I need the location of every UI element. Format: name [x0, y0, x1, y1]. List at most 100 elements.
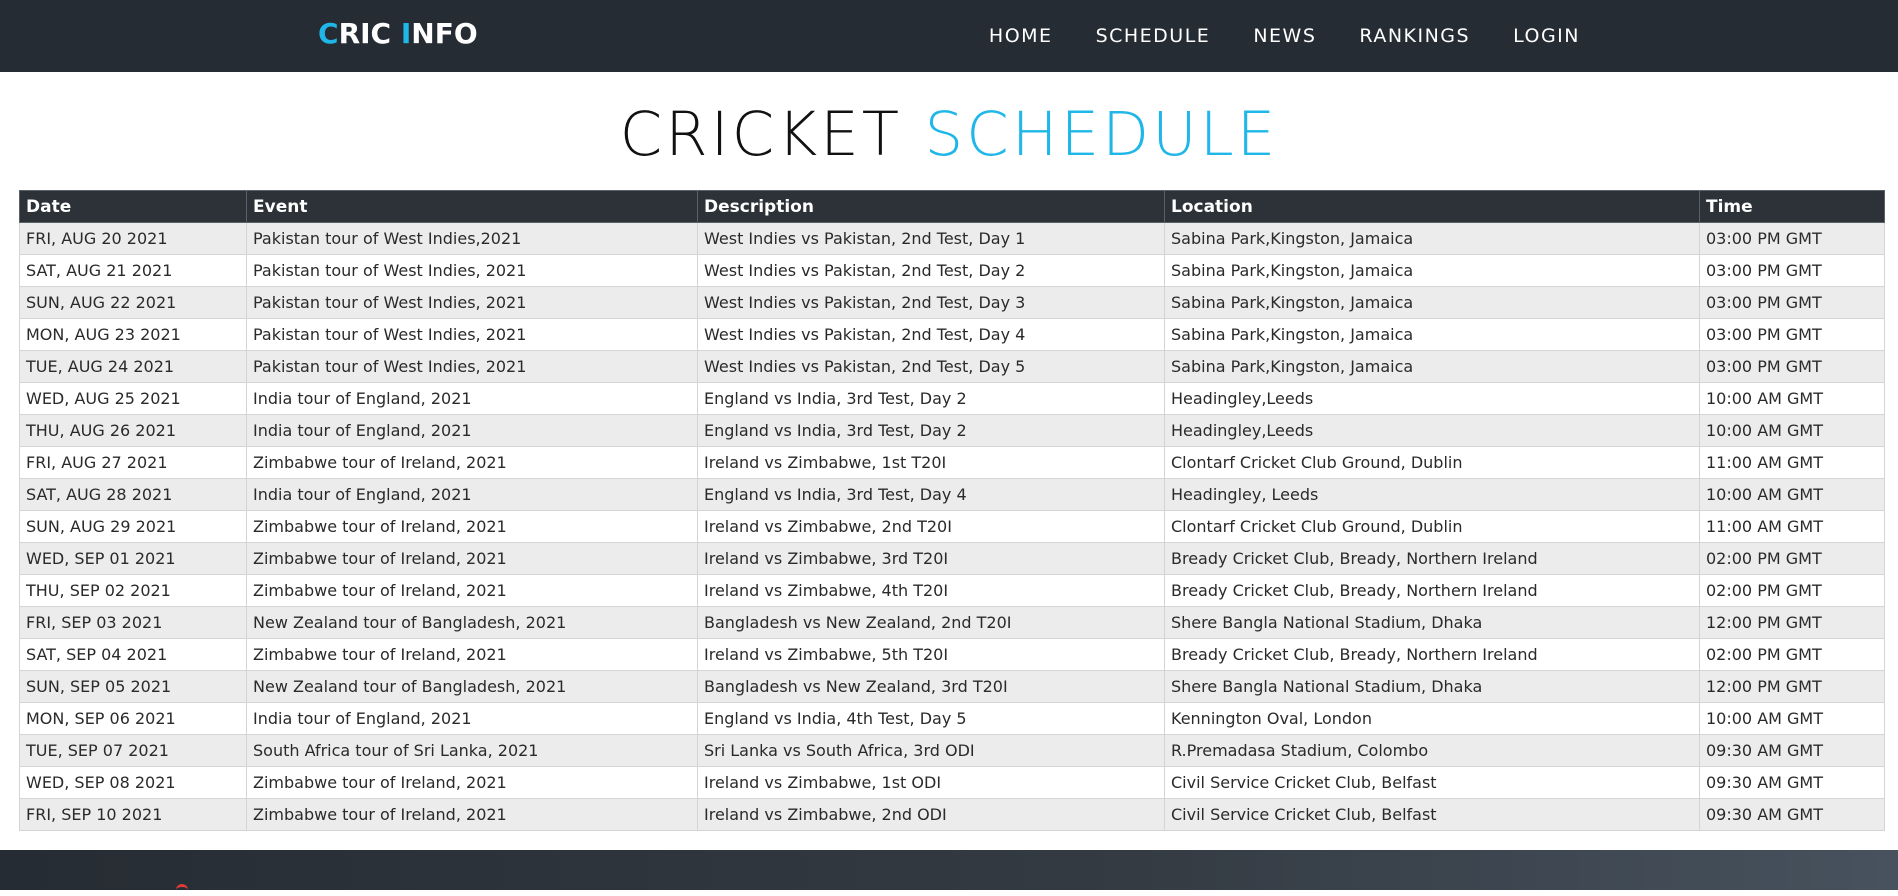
cell-time: 02:00 PM GMT [1699, 638, 1885, 671]
cell-location: Sabina Park,Kingston, Jamaica [1164, 286, 1700, 319]
table-row: SAT, AUG 28 2021 India tour of England, 2… [19, 478, 1885, 511]
cell-date: TUE, SEP 07 2021 [19, 734, 247, 767]
cell-location: Sabina Park,Kingston, Jamaica [1164, 350, 1700, 383]
brand-text-nfo: NFO [411, 17, 478, 50]
cell-time: 10:00 AM GMT [1699, 478, 1885, 511]
cell-description: Bangladesh vs New Zealand, 3rd T20I [697, 670, 1165, 703]
table-row: TUE, SEP 07 2021 South Africa tour of Sri… [19, 734, 1885, 767]
cell-event: Pakistan tour of West Indies,2021 [246, 222, 698, 255]
table-body: FRI, AUG 20 2021 Pakistan tour of West In… [19, 222, 1885, 831]
cell-date: SAT, SEP 04 2021 [19, 638, 247, 671]
cell-location: Headingley,Leeds [1164, 382, 1700, 415]
cell-description: West Indies vs Pakistan, 2nd Test, Day 3 [697, 286, 1165, 319]
cell-date: FRI, SEP 10 2021 [19, 798, 247, 831]
cell-date: SAT, AUG 21 2021 [19, 254, 247, 287]
table-row: FRI, SEP 03 2021 New Zealand tour of Bang… [19, 606, 1885, 639]
cell-time: 10:00 AM GMT [1699, 414, 1885, 447]
page-title-cricket: CRICKET [619, 99, 903, 170]
cell-time: 03:00 PM GMT [1699, 286, 1885, 319]
cell-location: Shere Bangla National Stadium, Dhaka [1164, 606, 1700, 639]
nav-schedule[interactable]: SCHEDULE [1096, 25, 1211, 47]
cell-description: Bangladesh vs New Zealand, 2nd T20I [697, 606, 1165, 639]
cell-description: Ireland vs Zimbabwe, 2nd T20I [697, 510, 1165, 543]
cell-description: Ireland vs Zimbabwe, 2nd ODI [697, 798, 1165, 831]
cell-time: 03:00 PM GMT [1699, 350, 1885, 383]
cell-description: Ireland vs Zimbabwe, 1st T20I [697, 446, 1165, 479]
cell-date: FRI, AUG 20 2021 [19, 222, 247, 255]
cell-location: Clontarf Cricket Club Ground, Dublin [1164, 446, 1700, 479]
cell-time: 10:00 AM GMT [1699, 702, 1885, 735]
page-title-schedule: SCHEDULE [924, 99, 1279, 170]
cell-event: Zimbabwe tour of Ireland, 2021 [246, 766, 698, 799]
table-row: FRI, AUG 20 2021 Pakistan tour of West In… [19, 222, 1885, 255]
cell-location: Headingley, Leeds [1164, 478, 1700, 511]
cell-date: TUE, AUG 24 2021 [19, 350, 247, 383]
table-row: MON, AUG 23 2021 Pakistan tour of West In… [19, 318, 1885, 351]
cell-time: 02:00 PM GMT [1699, 542, 1885, 575]
table-row: TUE, AUG 24 2021 Pakistan tour of West In… [19, 350, 1885, 383]
cell-event: India tour of England, 2021 [246, 478, 698, 511]
cell-location: Bready Cricket Club, Bready, Northern Ir… [1164, 542, 1700, 575]
table-row: WED, SEP 08 2021 Zimbabwe tour of Ireland… [19, 766, 1885, 799]
table-row: THU, AUG 26 2021 India tour of England, 2… [19, 414, 1885, 447]
cell-event: Zimbabwe tour of Ireland, 2021 [246, 446, 698, 479]
footer [0, 850, 1898, 890]
cell-time: 03:00 PM GMT [1699, 318, 1885, 351]
cell-event: Pakistan tour of West Indies, 2021 [246, 254, 698, 287]
nav-home[interactable]: HOME [989, 25, 1053, 47]
cell-date: SAT, AUG 28 2021 [19, 478, 247, 511]
cell-location: Sabina Park,Kingston, Jamaica [1164, 222, 1700, 255]
header-description: Description [697, 190, 1165, 223]
cell-date: THU, SEP 02 2021 [19, 574, 247, 607]
cell-time: 10:00 AM GMT [1699, 382, 1885, 415]
cell-time: 09:30 AM GMT [1699, 766, 1885, 799]
nav-news[interactable]: NEWS [1253, 25, 1316, 47]
cell-date: FRI, SEP 03 2021 [19, 606, 247, 639]
brand-letter-c: C [318, 17, 339, 50]
cell-location: Sabina Park,Kingston, Jamaica [1164, 318, 1700, 351]
cell-event: Zimbabwe tour of Ireland, 2021 [246, 542, 698, 575]
table-row: SAT, SEP 04 2021 Zimbabwe tour of Ireland… [19, 638, 1885, 671]
table-row: THU, SEP 02 2021 Zimbabwe tour of Ireland… [19, 574, 1885, 607]
cell-description: England vs India, 3rd Test, Day 4 [697, 478, 1165, 511]
cell-event: Zimbabwe tour of Ireland, 2021 [246, 638, 698, 671]
cell-description: England vs India, 3rd Test, Day 2 [697, 414, 1165, 447]
cell-event: Zimbabwe tour of Ireland, 2021 [246, 510, 698, 543]
table-row: FRI, SEP 10 2021 Zimbabwe tour of Ireland… [19, 798, 1885, 831]
cell-time: 03:00 PM GMT [1699, 222, 1885, 255]
cell-event: Pakistan tour of West Indies, 2021 [246, 286, 698, 319]
nav-rankings[interactable]: RANKINGS [1359, 25, 1470, 47]
page-title: CRICKET SCHEDULE [0, 100, 1898, 170]
table-row: SUN, SEP 05 2021 New Zealand tour of Bang… [19, 670, 1885, 703]
table-row: MON, SEP 06 2021 India tour of England, 2… [19, 702, 1885, 735]
table-row: SUN, AUG 22 2021 Pakistan tour of West In… [19, 286, 1885, 319]
main-nav: HOME SCHEDULE NEWS RANKINGS LOGIN [989, 0, 1580, 72]
cell-date: MON, AUG 23 2021 [19, 318, 247, 351]
cell-date: WED, SEP 08 2021 [19, 766, 247, 799]
cell-time: 11:00 AM GMT [1699, 446, 1885, 479]
cell-date: SUN, AUG 22 2021 [19, 286, 247, 319]
cell-time: 09:30 AM GMT [1699, 734, 1885, 767]
cell-description: Ireland vs Zimbabwe, 1st ODI [697, 766, 1165, 799]
cell-event: India tour of England, 2021 [246, 702, 698, 735]
cell-location: Clontarf Cricket Club Ground, Dublin [1164, 510, 1700, 543]
header-date: Date [19, 190, 247, 223]
cell-location: Sabina Park,Kingston, Jamaica [1164, 254, 1700, 287]
brand-logo[interactable]: CRIC INFO [318, 17, 478, 50]
cell-event: South Africa tour of Sri Lanka, 2021 [246, 734, 698, 767]
nav-login[interactable]: LOGIN [1513, 25, 1580, 47]
cell-time: 11:00 AM GMT [1699, 510, 1885, 543]
cell-location: Kennington Oval, London [1164, 702, 1700, 735]
table-header-row: Date Event Description Location Time [19, 190, 1885, 223]
cell-date: WED, AUG 25 2021 [19, 382, 247, 415]
cell-time: 02:00 PM GMT [1699, 574, 1885, 607]
table-row: WED, AUG 25 2021 India tour of England, 2… [19, 382, 1885, 415]
cell-event: India tour of England, 2021 [246, 414, 698, 447]
schedule-table: Date Event Description Location Time FRI… [19, 190, 1885, 831]
cell-location: Civil Service Cricket Club, Belfast [1164, 798, 1700, 831]
cell-description: West Indies vs Pakistan, 2nd Test, Day 4 [697, 318, 1165, 351]
cell-date: FRI, AUG 27 2021 [19, 446, 247, 479]
cell-description: Ireland vs Zimbabwe, 5th T20I [697, 638, 1165, 671]
cell-description: West Indies vs Pakistan, 2nd Test, Day 1 [697, 222, 1165, 255]
cell-date: SUN, AUG 29 2021 [19, 510, 247, 543]
